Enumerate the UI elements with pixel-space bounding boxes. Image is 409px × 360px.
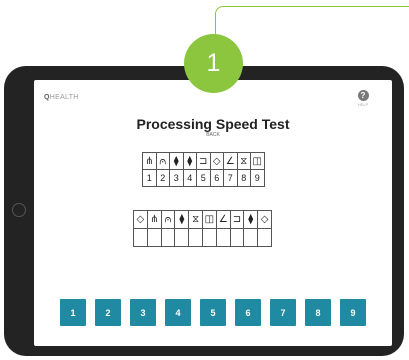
- task-answer-cell: [133, 228, 148, 247]
- callout-connector-line: [215, 6, 409, 44]
- key-number-cell: 3: [169, 169, 184, 187]
- task-answer-cell: [146, 228, 162, 247]
- page-title: Processing Speed Test: [136, 116, 290, 132]
- keypad-button-9[interactable]: 9: [340, 299, 366, 326]
- key-symbol-cell: ◫: [250, 152, 265, 170]
- key-number-cell: 2: [155, 169, 170, 187]
- key-symbol-cell: ⧫: [182, 152, 197, 170]
- task-symbol-cell: ◫: [201, 210, 217, 229]
- tablet-device: QHEALTH ? HELP Processing Speed Test BAC…: [4, 66, 404, 356]
- keypad-button-5[interactable]: 5: [200, 299, 226, 326]
- task-symbol-cell: ⋔: [146, 210, 162, 229]
- key-number-cell: 8: [236, 169, 251, 187]
- key-number-cell: 7: [223, 169, 238, 187]
- number-keypad: 1 2 3 4 5 6 7 8 9: [60, 299, 366, 326]
- task-answer-cell: [257, 228, 272, 247]
- task-symbol-cell: ⧫: [174, 210, 190, 229]
- keypad-button-8[interactable]: 8: [305, 299, 331, 326]
- key-symbol-cell: ∠: [223, 152, 238, 170]
- task-symbol-cell: ◇: [133, 210, 148, 229]
- key-symbol-cell: ⊐: [196, 152, 211, 170]
- task-symbol-cell: ⊐: [229, 210, 245, 229]
- task-answer-cell: [215, 228, 231, 247]
- keypad-button-1[interactable]: 1: [60, 299, 86, 326]
- key-number-cell: 1: [142, 169, 157, 187]
- back-link[interactable]: BACK: [34, 132, 392, 138]
- key-symbol-cell: ◇: [209, 152, 224, 170]
- keypad-button-7[interactable]: 7: [270, 299, 296, 326]
- task-answer-cell: [201, 228, 217, 247]
- tablet-home-button: [12, 203, 26, 217]
- app-logo: QHEALTH: [44, 94, 79, 101]
- key-symbol-cell: ⧖: [236, 152, 251, 170]
- help-button[interactable]: ? HELP: [356, 90, 370, 107]
- key-symbol-cell: ⩀: [155, 152, 170, 170]
- key-number-cell: 9: [250, 169, 265, 187]
- key-symbol-cell: ⋔: [142, 152, 157, 170]
- key-symbol-cell: ⧫: [169, 152, 184, 170]
- task-symbol-cell: ⩀: [160, 210, 176, 229]
- key-number-cell: 5: [196, 169, 211, 187]
- help-label: HELP: [357, 102, 369, 107]
- task-answer-cell: [160, 228, 176, 247]
- keypad-button-4[interactable]: 4: [165, 299, 191, 326]
- keypad-button-6[interactable]: 6: [235, 299, 261, 326]
- task-answer-cell: [188, 228, 203, 247]
- task-answer-cell: [174, 228, 190, 247]
- callout-step-number: 1: [206, 49, 221, 77]
- task-symbol-cell: ⧖: [188, 210, 203, 229]
- help-icon: ?: [357, 90, 369, 101]
- keypad-button-3[interactable]: 3: [130, 299, 156, 326]
- task-answer-cell: [229, 228, 245, 247]
- key-number-cell: 6: [209, 169, 224, 187]
- callout-step-badge: 1: [184, 34, 243, 93]
- task-answer-cell: [243, 228, 259, 247]
- task-symbol-cell: ∠: [215, 210, 231, 229]
- keypad-button-2[interactable]: 2: [95, 299, 121, 326]
- symbol-key-table: ⋔ ⩀ ⧫ ⧫ ⊐ ◇ ∠ ⧖ ◫ 1 2 3 4 5 6 7 8 9: [142, 152, 265, 187]
- symbol-task-table: ◇ ⋔ ⩀ ⧫ ⧖ ◫ ∠ ⊐ ⧫ ◇: [133, 210, 272, 247]
- tablet-screen: QHEALTH ? HELP Processing Speed Test BAC…: [34, 80, 392, 346]
- task-symbol-cell: ⧫: [243, 210, 259, 229]
- key-number-cell: 4: [182, 169, 197, 187]
- task-symbol-cell: ◇: [257, 210, 272, 229]
